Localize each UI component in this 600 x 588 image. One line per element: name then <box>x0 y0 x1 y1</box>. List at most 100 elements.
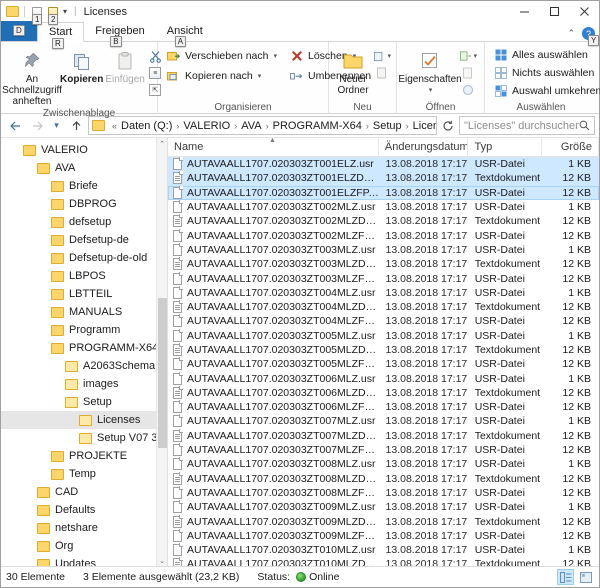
file-row[interactable]: AUTAVAALL1707.020303ZT008MLZ.usr13.08.20… <box>168 457 599 471</box>
file-row[interactable]: AUTAVAALL1707.020303ZT005MLZ.usr13.08.20… <box>168 329 599 343</box>
tree-item-org[interactable]: Org <box>1 537 167 555</box>
tree-item-programm-x64[interactable]: PROGRAMM-X64 <box>1 339 167 357</box>
chevron-up-icon[interactable]: ⌃ <box>567 28 575 39</box>
move-to-button[interactable]: Verschieben nach ▾ <box>163 47 280 65</box>
column-header-date[interactable]: Änderungsdatum <box>379 138 469 157</box>
new-folder-button[interactable]: Neuer Ordner <box>334 45 372 96</box>
properties-button[interactable]: Eigenschaften ▾ <box>402 45 458 96</box>
scrollbar-thumb[interactable] <box>158 298 167 448</box>
navigation-pane[interactable]: VALERIOAVABriefeDBPROGdefsetupDefsetup-d… <box>1 138 167 566</box>
file-row[interactable]: AUTAVAALL1707.020303ZT007MLZFP.usr13.08.… <box>168 443 599 457</box>
column-header-name[interactable]: Name▲ <box>168 138 379 157</box>
file-row[interactable]: AUTAVAALL1707.020303ZT008MLZFP.usr13.08.… <box>168 486 599 500</box>
tree-item-setup[interactable]: Setup <box>1 393 167 411</box>
tree-item-dbprog[interactable]: DBPROG <box>1 195 167 213</box>
file-row[interactable]: AUTAVAALL1707.020303ZT001ELZ.usr13.08.20… <box>168 157 599 171</box>
file-row[interactable]: AUTAVAALL1707.020303ZT006MLZFP.usr13.08.… <box>168 400 599 414</box>
minimize-button[interactable] <box>509 1 539 22</box>
file-row[interactable]: AUTAVAALL1707.020303ZT002MLZ.usr13.08.20… <box>168 200 599 214</box>
file-row[interactable]: AUTAVAALL1707.020303ZT010MLZ.usr13.08.20… <box>168 543 599 557</box>
tree-item-projekte[interactable]: PROJEKTE <box>1 447 167 465</box>
file-row[interactable]: AUTAVAALL1707.020303ZT008MLZData.txt13.0… <box>168 472 599 486</box>
chevron-down-icon[interactable]: ▾ <box>63 8 67 16</box>
file-row[interactable]: AUTAVAALL1707.020303ZT009MLZFP.usr13.08.… <box>168 529 599 543</box>
file-row[interactable]: AUTAVAALL1707.020303ZT003MLZFP.usr13.08.… <box>168 271 599 285</box>
chevron-up-icon[interactable]: ⌃ <box>157 138 167 149</box>
open-button[interactable]: ▾ <box>460 48 477 64</box>
edit-button[interactable] <box>460 65 477 81</box>
file-row[interactable]: AUTAVAALL1707.020303ZT005MLZFP.usr13.08.… <box>168 357 599 371</box>
file-row[interactable]: AUTAVAALL1707.020303ZT009MLZ.usr13.08.20… <box>168 500 599 514</box>
history-button[interactable] <box>460 82 477 98</box>
file-row[interactable]: AUTAVAALL1707.020303ZT005MLZData.txt13.0… <box>168 343 599 357</box>
column-header-type[interactable]: Typ <box>468 138 542 157</box>
file-row[interactable]: AUTAVAALL1707.020303ZT002MLZData.txt13.0… <box>168 214 599 228</box>
tree-item-a2063schema[interactable]: A2063Schema <box>1 357 167 375</box>
tree-item-briefe[interactable]: Briefe <box>1 177 167 195</box>
tree-item-cad[interactable]: CAD <box>1 483 167 501</box>
tree-item-lbpos[interactable]: LBPOS <box>1 267 167 285</box>
tree-item-licenses[interactable]: Licenses <box>1 411 167 429</box>
copy-button[interactable]: Kopieren <box>60 45 103 85</box>
breadcrumb-item-setup[interactable]: Setup <box>373 120 402 132</box>
tree-item-defsetup-de-old[interactable]: Defsetup-de-old <box>1 249 167 267</box>
search-box[interactable]: "Licenses" durchsuchen <box>459 116 595 135</box>
properties-quick-button[interactable]: 1 <box>30 5 44 19</box>
tree-item-setup-v07-32-64-bit[interactable]: Setup V07 32+64 bit <box>1 429 167 447</box>
file-row[interactable]: AUTAVAALL1707.020303ZT004MLZData.txt13.0… <box>168 300 599 314</box>
tab-start[interactable]: Start R <box>37 22 84 42</box>
breadcrumb-item-ava[interactable]: AVA <box>241 120 261 132</box>
tree-item-defsetup-de[interactable]: Defsetup-de <box>1 231 167 249</box>
new-folder-quick-button[interactable]: 2 <box>46 5 60 19</box>
easy-access-button[interactable] <box>374 65 391 81</box>
tree-item-defaults[interactable]: Defaults <box>1 501 167 519</box>
invert-selection-button[interactable]: Auswahl umkehren <box>490 83 600 99</box>
pin-to-quick-access-button[interactable]: An Schnellzugriff anheften <box>6 45 58 107</box>
tree-item-temp[interactable]: Temp <box>1 465 167 483</box>
help-button[interactable]: ? Y <box>582 27 595 40</box>
chevron-down-icon[interactable]: ⌄ <box>157 555 167 566</box>
maximize-button[interactable] <box>539 1 569 22</box>
file-row[interactable]: AUTAVAALL1707.020303ZT009MLZData.txt13.0… <box>168 514 599 528</box>
file-row[interactable]: AUTAVAALL1707.020303ZT001ELZFP.usr13.08.… <box>168 186 599 200</box>
file-row[interactable]: AUTAVAALL1707.020303ZT002MLZFP.usr13.08.… <box>168 228 599 242</box>
file-row[interactable]: AUTAVAALL1707.020303ZT001ELZData.txt13.0… <box>168 171 599 185</box>
tree-item-label: Temp <box>69 468 96 480</box>
file-row[interactable]: AUTAVAALL1707.020303ZT006MLZData.txt13.0… <box>168 386 599 400</box>
file-row[interactable]: AUTAVAALL1707.020303ZT003MLZ.usr13.08.20… <box>168 243 599 257</box>
tree-item-netshare[interactable]: netshare <box>1 519 167 537</box>
search-input[interactable]: "Licenses" durchsuchen <box>464 120 579 132</box>
refresh-button[interactable] <box>439 120 457 132</box>
close-button[interactable] <box>569 1 599 22</box>
file-row[interactable]: AUTAVAALL1707.020303ZT010MLZData.txt13.0… <box>168 557 599 566</box>
tree-item-manuals[interactable]: MANUALS <box>1 303 167 321</box>
breadcrumb-item-programm-x64[interactable]: PROGRAMM-X64 <box>273 120 362 132</box>
file-row[interactable]: AUTAVAALL1707.020303ZT007MLZ.usr13.08.20… <box>168 414 599 428</box>
breadcrumb-item-valerio[interactable]: VALERIO <box>183 120 230 132</box>
tree-item-programm[interactable]: Programm <box>1 321 167 339</box>
file-row[interactable]: AUTAVAALL1707.020303ZT006MLZ.usr13.08.20… <box>168 371 599 385</box>
navigation-scrollbar[interactable]: ⌃ ⌄ <box>156 138 167 566</box>
column-header-size[interactable]: Größe <box>542 138 599 157</box>
tab-ansicht[interactable]: Ansicht A <box>156 21 214 41</box>
large-icons-view-button[interactable] <box>577 569 594 585</box>
tree-item-updates[interactable]: Updates <box>1 555 167 566</box>
select-none-button[interactable]: Nichts auswählen <box>490 65 600 81</box>
tab-freigeben[interactable]: Freigeben B <box>84 21 156 41</box>
breadcrumb-overflow[interactable]: « <box>108 121 121 131</box>
tree-item-ava[interactable]: AVA <box>1 159 167 177</box>
tree-item-defsetup[interactable]: defsetup <box>1 213 167 231</box>
tree-item-images[interactable]: images <box>1 375 167 393</box>
details-view-button[interactable] <box>557 569 574 585</box>
tree-item-valerio[interactable]: VALERIO <box>1 141 167 159</box>
file-row[interactable]: AUTAVAALL1707.020303ZT007MLZData.txt13.0… <box>168 429 599 443</box>
new-item-button[interactable]: ▾ <box>374 48 391 64</box>
breadcrumb-item-drive[interactable]: Daten (Q:) <box>121 120 172 132</box>
file-row[interactable]: AUTAVAALL1707.020303ZT004MLZFP.usr13.08.… <box>168 314 599 328</box>
file-row[interactable]: AUTAVAALL1707.020303ZT003MLZData.txt13.0… <box>168 257 599 271</box>
copy-to-button[interactable]: Kopieren nach ▾ <box>163 67 280 85</box>
file-row[interactable]: AUTAVAALL1707.020303ZT004MLZ.usr13.08.20… <box>168 286 599 300</box>
tree-item-lbtteil[interactable]: LBTTEIL <box>1 285 167 303</box>
breadcrumb-item-licenses[interactable]: Licenses <box>413 120 437 132</box>
select-all-button[interactable]: Alles auswählen <box>490 47 600 63</box>
